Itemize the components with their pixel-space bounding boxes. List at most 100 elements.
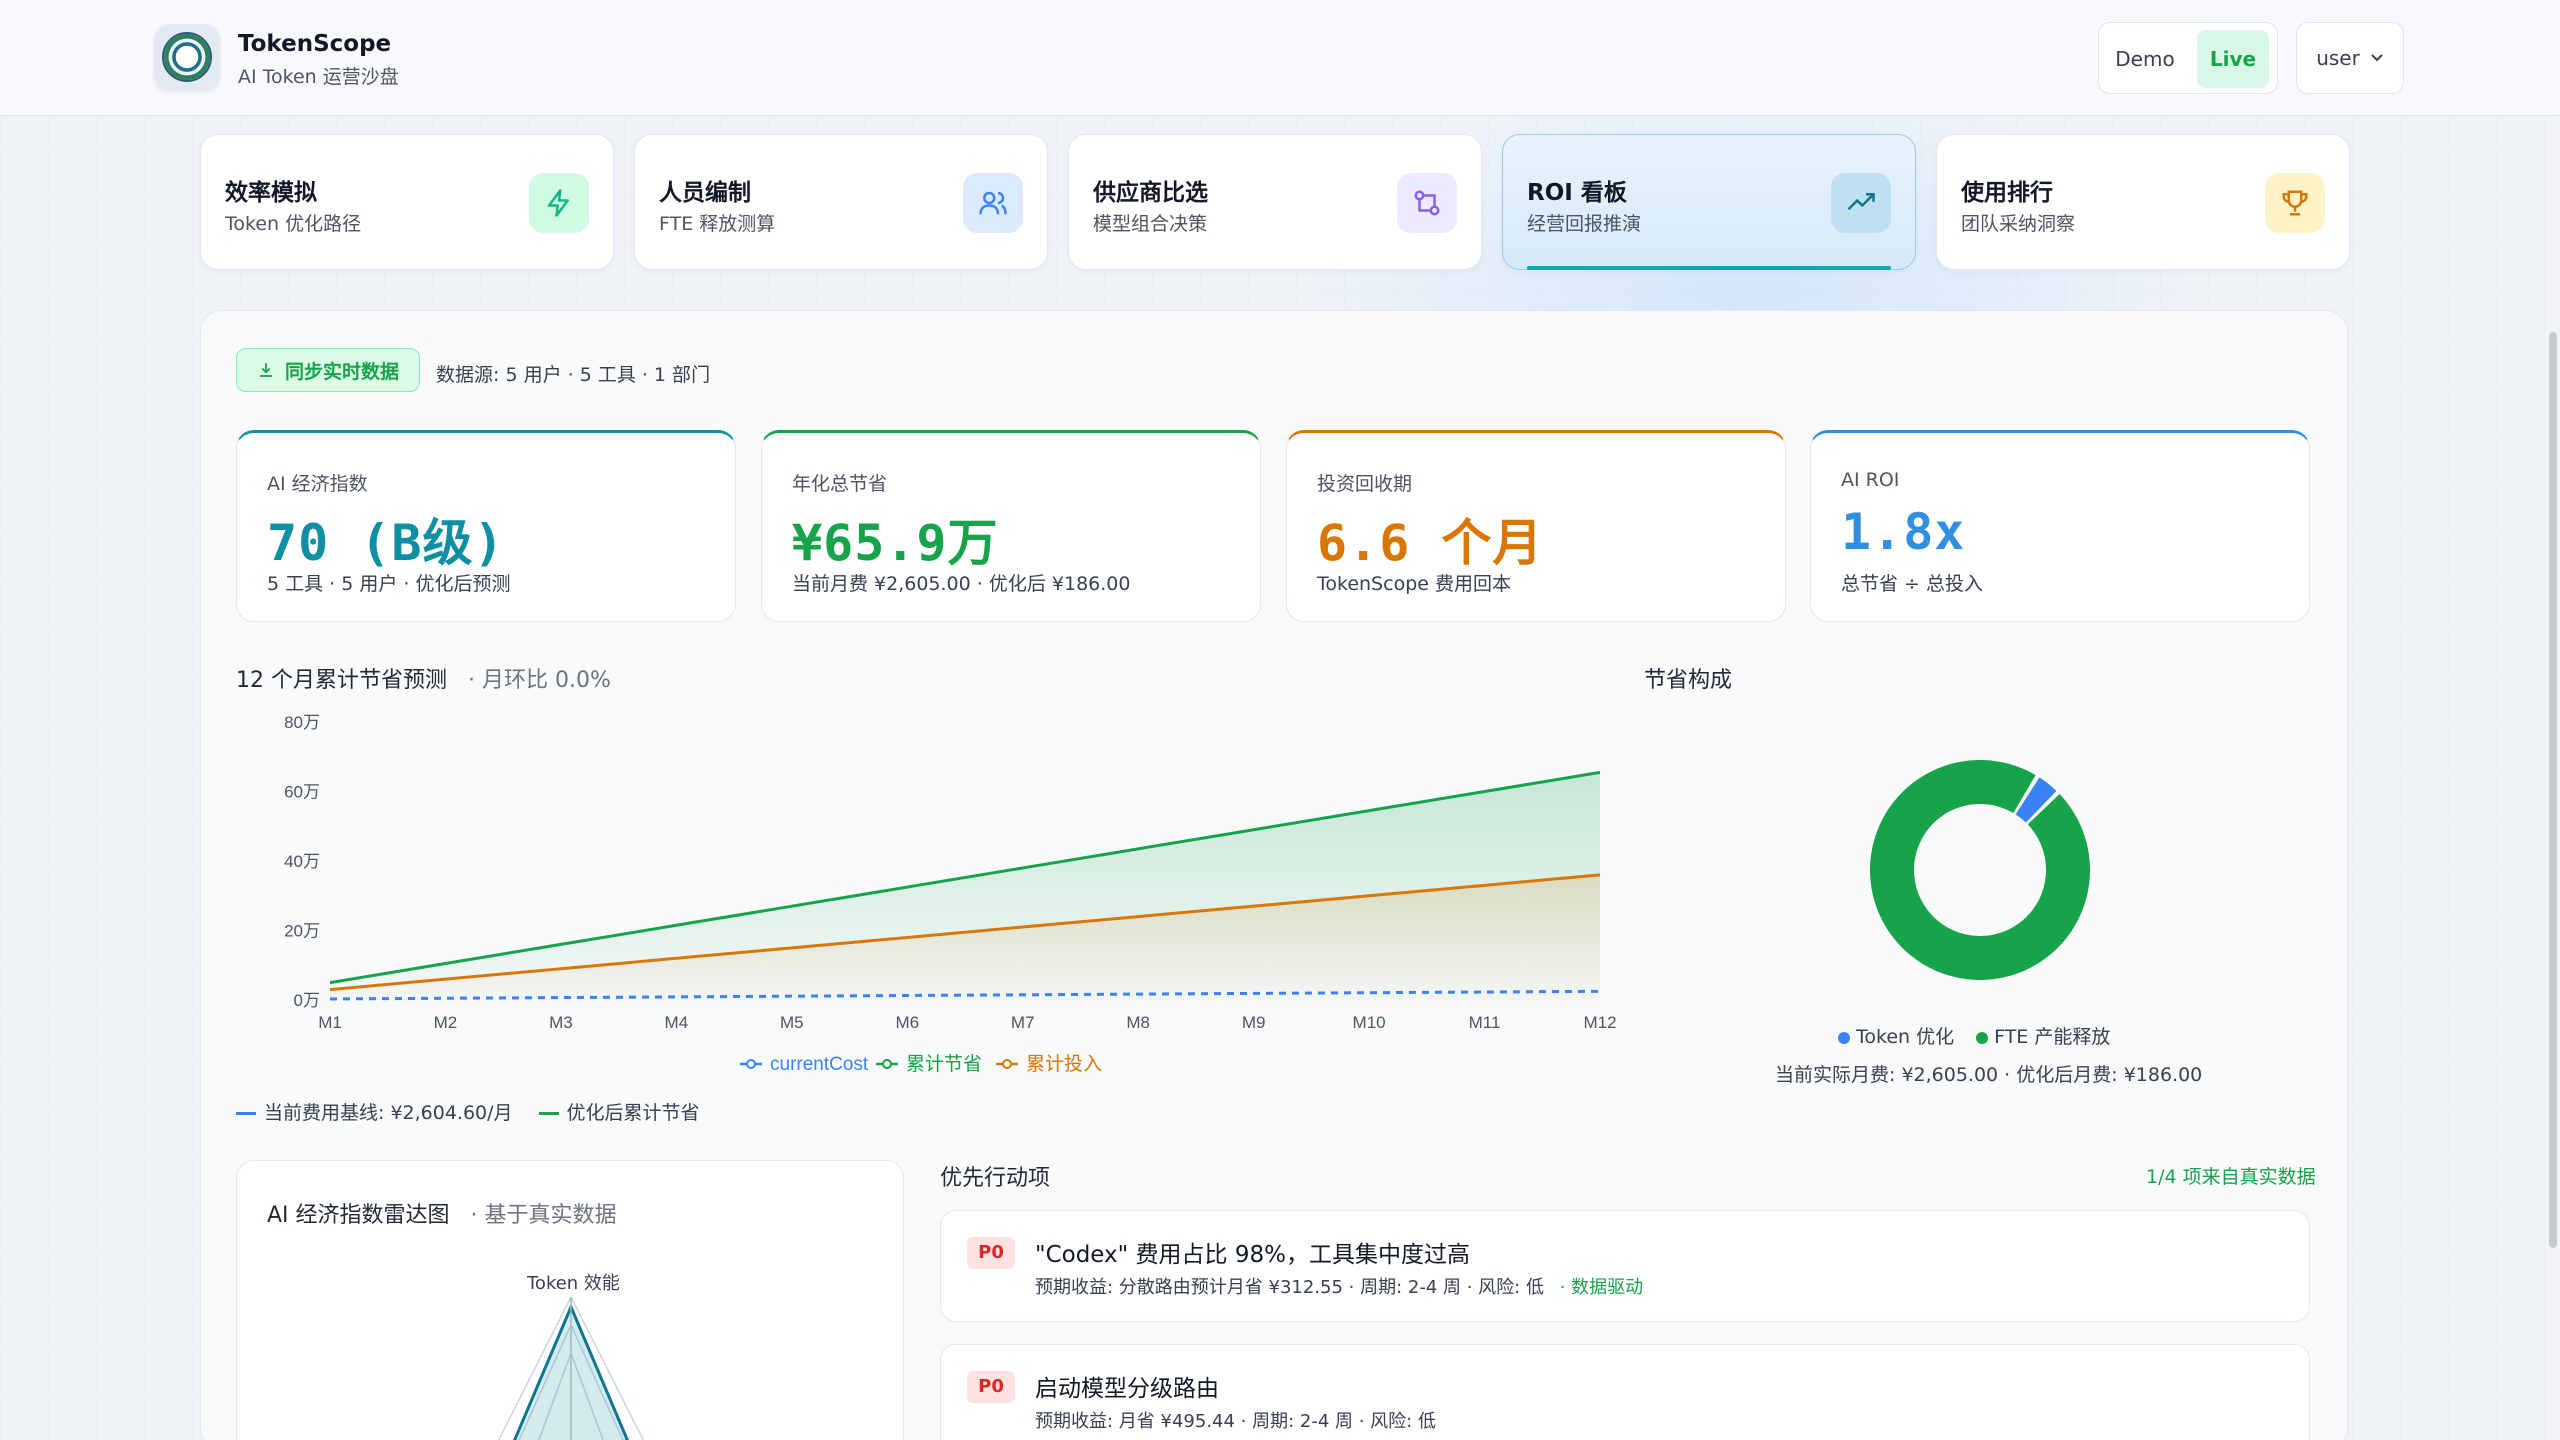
y-tick-label: 0万 — [294, 991, 320, 1010]
cumulative-savings-chart: 0万 20万 40万 60万 80万 M1 M2 M3 M4 M5 M6 M7 M8 M9 M10 M11 M1… — [284, 713, 1616, 1075]
x-tick-label: M9 — [1242, 1013, 1266, 1032]
nav-card-staffing[interactable]: 人员编制 FTE 释放测算 — [634, 134, 1048, 270]
kpi-card-payback: 投资回收期 6.6 个月 TokenScope 费用回本 — [1286, 430, 1786, 622]
composition-title: 节省构成 — [1644, 668, 1733, 693]
x-tick-label: M10 — [1353, 1013, 1386, 1032]
y-tick-label: 80万 — [284, 713, 320, 732]
action-desc: 预期收益: 分散路由预计月省 ¥312.55 · 周期: 2-4 周 · 风险:… — [1035, 1273, 1643, 1299]
priority-badge: P0 — [967, 1237, 1015, 1269]
kpi-desc: 当前月费 ¥2,605.00 · 优化后 ¥186.00 — [792, 573, 1131, 595]
kpi-value: ¥65.9万 — [792, 514, 999, 572]
kpi-value: 1.8x — [1841, 503, 1966, 561]
lightning-icon — [529, 173, 589, 233]
donut-legend: Token 优化 FTE 产能释放 — [1838, 1022, 2110, 1049]
kpi-card-annual-savings: 年化总节省 ¥65.9万 当前月费 ¥2,605.00 · 优化后 ¥186.0… — [761, 430, 1261, 622]
page-scrollbar[interactable] — [2546, 116, 2560, 1440]
scrollbar-thumb[interactable] — [2549, 332, 2557, 1248]
action-desc: 预期收益: 月省 ¥495.44 · 周期: 2-4 周 · 风险: 低 — [1035, 1407, 1436, 1433]
trend-chart-title: 12 个月累计节省预测 · 月环比 0.0% — [236, 662, 611, 694]
nav-card-title: 供应商比选 — [1093, 180, 1208, 206]
nav-card-roi[interactable]: ROI 看板 经营回报推演 — [1502, 134, 1916, 270]
mode-demo-button[interactable]: Demo — [2105, 30, 2185, 88]
radar-title-row: AI 经济指数雷达图 · 基于真实数据 — [267, 1197, 617, 1229]
kpi-desc: TokenScope 费用回本 — [1317, 573, 1511, 595]
action-item[interactable]: P0 启动模型分级路由 预期收益: 月省 ¥495.44 · 周期: 2-4 周… — [940, 1344, 2310, 1440]
radar-axis-label-top: Token 效能 — [527, 1273, 620, 1294]
radar-card: AI 经济指数雷达图 · 基于真实数据 Token 效能 — [236, 1160, 904, 1440]
kpi-desc: 总节省 ÷ 总投入 — [1841, 573, 1983, 595]
y-tick-label: 20万 — [284, 922, 320, 941]
mode-live-button[interactable]: Live — [2197, 30, 2269, 88]
nav-card-subtitle: 团队采纳洞察 — [1961, 213, 2076, 235]
radar-subtitle: · 基于真实数据 — [470, 1203, 617, 1228]
y-tick-label: 40万 — [284, 852, 320, 871]
kpi-desc: 5 工具 · 5 用户 · 优化后预测 — [267, 573, 511, 595]
nav-card-title: 使用排行 — [1961, 180, 2053, 206]
kpi-label: 投资回收期 — [1317, 473, 1413, 495]
kpi-card-ai-roi: AI ROI 1.8x 总节省 ÷ 总投入 — [1810, 430, 2310, 622]
trophy-icon — [2265, 173, 2325, 233]
kpi-card-economic-index: AI 经济指数 70 (B级) 5 工具 · 5 用户 · 优化后预测 — [236, 430, 736, 622]
trending-up-icon — [1831, 173, 1891, 233]
nav-card-subtitle: 经营回报推演 — [1527, 213, 1642, 235]
y-tick-label: 60万 — [284, 783, 320, 802]
mode-switch: Demo Live — [2098, 22, 2278, 94]
action-title: 启动模型分级路由 — [1035, 1376, 1219, 1402]
trend-title-text: 12 个月累计节省预测 — [236, 668, 447, 693]
app-name: TokenScope — [238, 31, 392, 57]
donut-caption: 当前实际月费: ¥2,605.00 · 优化后月费: ¥186.00 — [1775, 1064, 2203, 1086]
app-logo[interactable] — [154, 24, 220, 90]
action-title: "Codex" 费用占比 98%，工具集中度过高 — [1035, 1242, 1470, 1268]
legend-label: 累计投入 — [1026, 1053, 1102, 1075]
radar-chart — [497, 1297, 645, 1440]
donut-legend-fte: FTE 产能释放 — [1976, 1022, 2110, 1049]
action-item[interactable]: P0 "Codex" 费用占比 98%，工具集中度过高 预期收益: 分散路由预计… — [940, 1210, 2310, 1322]
priority-badge: P0 — [967, 1371, 1015, 1403]
nav-card-subtitle: 模型组合决策 — [1093, 213, 1208, 235]
x-tick-label: M8 — [1126, 1013, 1150, 1032]
kpi-value: 70 (B级) — [267, 514, 505, 572]
x-tick-label: M5 — [780, 1013, 804, 1032]
legend-swatch-marker — [1002, 1059, 1012, 1069]
kpi-value: 6.6 个月 — [1317, 514, 1544, 572]
data-source-text: 数据源: 5 用户 · 5 工具 · 1 部门 — [436, 364, 711, 386]
top-bar: TokenScope AI Token 运营沙盘 Demo Live user — [0, 0, 2560, 116]
x-tick-label: M12 — [1583, 1013, 1616, 1032]
donut-slice — [1870, 760, 2090, 980]
x-tick-label: M4 — [665, 1013, 689, 1032]
kpi-label: 年化总节省 — [792, 473, 888, 495]
sync-label: 同步实时数据 — [285, 360, 400, 383]
nav-card-title: 人员编制 — [659, 180, 751, 206]
x-tick-label: M6 — [895, 1013, 919, 1032]
x-tick-label: M11 — [1469, 1013, 1501, 1032]
x-tick-label: M2 — [434, 1013, 458, 1032]
nav-card-vendor[interactable]: 供应商比选 模型组合决策 — [1068, 134, 1482, 270]
logo-emblem-icon — [162, 32, 212, 82]
optimized-legend-item: 优化后累计节省 — [538, 1098, 700, 1125]
legend-label: currentCost — [770, 1054, 869, 1075]
x-tick-label: M3 — [549, 1013, 573, 1032]
actions-title: 优先行动项 — [940, 1166, 1051, 1191]
user-name: user — [2316, 46, 2360, 70]
trend-subtitle: · 月环比 0.0% — [468, 668, 611, 693]
savings-composition-donut — [1870, 760, 2090, 980]
users-icon — [963, 173, 1023, 233]
active-tab-indicator — [1527, 266, 1891, 270]
x-tick-label: M1 — [318, 1013, 342, 1032]
chevron-down-icon — [2371, 54, 2383, 62]
action-desc-text: 预期收益: 月省 ¥495.44 · 周期: 2-4 周 · 风险: 低 — [1035, 1411, 1436, 1432]
app-subtitle: AI Token 运营沙盘 — [238, 66, 399, 88]
data-driven-tag: · 数据驱动 — [1559, 1277, 1644, 1298]
legend-swatch-marker — [882, 1059, 892, 1069]
nav-card-subtitle: Token 优化路径 — [225, 213, 362, 235]
donut-legend-token: Token 优化 — [1838, 1022, 1954, 1049]
radar-title: AI 经济指数雷达图 — [267, 1203, 450, 1228]
nav-card-efficiency[interactable]: 效率模拟 Token 优化路径 — [200, 134, 614, 270]
action-desc-text: 预期收益: 分散路由预计月省 ¥312.55 · 周期: 2-4 周 · 风险:… — [1035, 1277, 1544, 1298]
sync-live-data-button[interactable]: 同步实时数据 — [236, 348, 421, 392]
nav-card-ranking[interactable]: 使用排行 团队采纳洞察 — [1936, 134, 2350, 270]
user-menu-button[interactable]: user — [2296, 22, 2404, 94]
download-icon — [260, 363, 272, 377]
nav-card-title: ROI 看板 — [1527, 180, 1627, 206]
kpi-label: AI ROI — [1841, 469, 1900, 491]
